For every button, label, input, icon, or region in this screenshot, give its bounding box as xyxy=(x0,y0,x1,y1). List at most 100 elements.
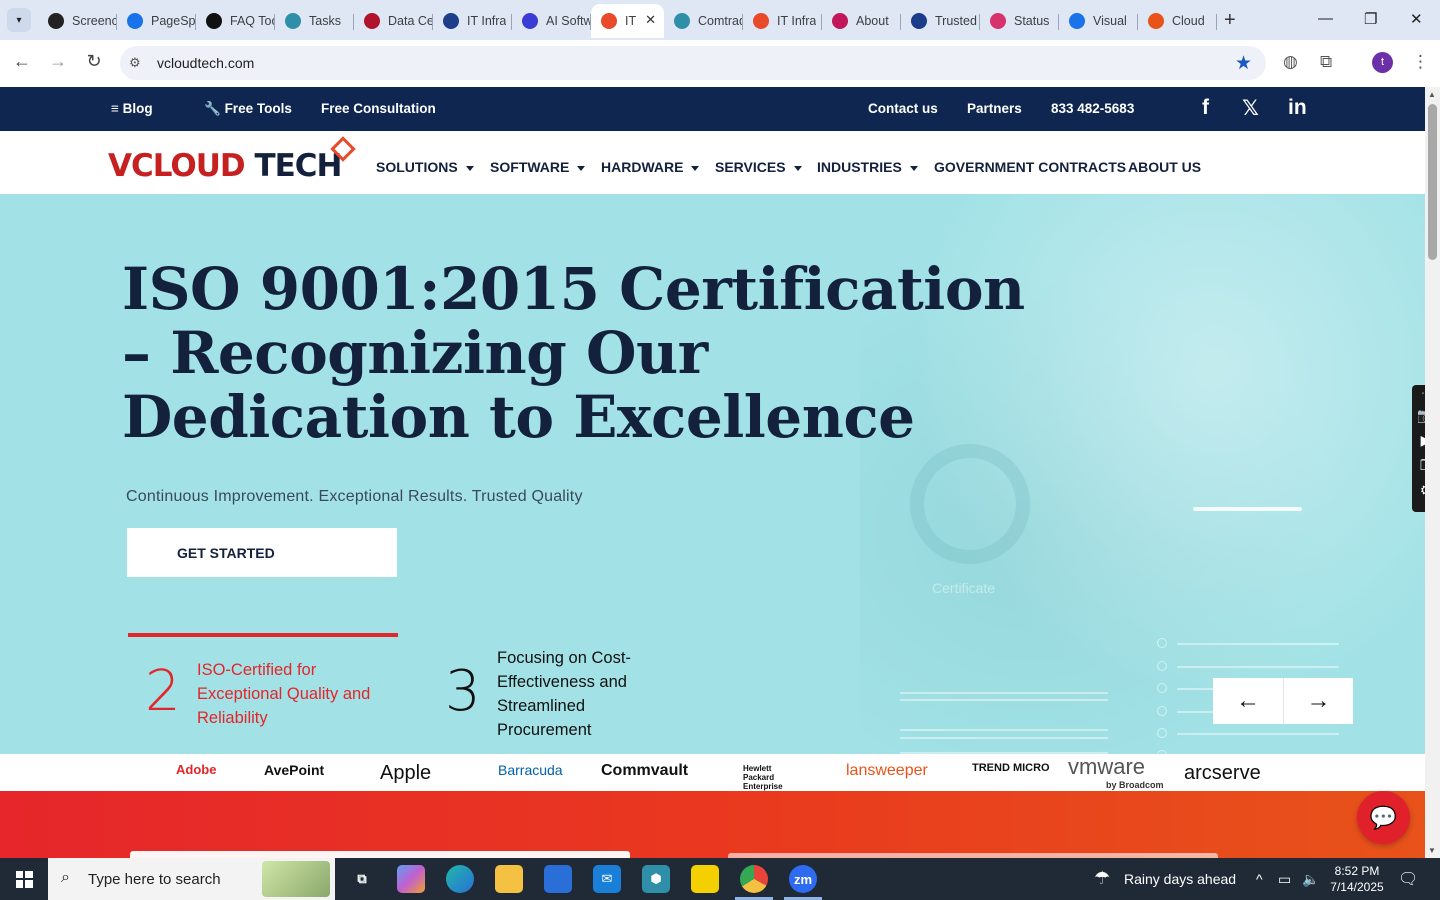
slider-next-arrow-icon[interactable]: → xyxy=(1283,678,1353,724)
linkedin-icon[interactable]: in xyxy=(1288,96,1307,120)
browser-tab[interactable]: Comtrade xyxy=(664,4,743,38)
caret-down-icon xyxy=(691,165,700,171)
free-consultation-link[interactable]: Free Consultation xyxy=(321,101,436,116)
nav-about-us[interactable]: ABOUT US xyxy=(1128,159,1201,175)
partner-logo-barracuda[interactable]: Barracuda xyxy=(498,762,563,778)
notifications-icon[interactable]: 🗨 xyxy=(1398,869,1418,889)
new-tab-button[interactable]: + xyxy=(1224,10,1236,30)
nav-label: SERVICES xyxy=(715,159,786,175)
start-button[interactable] xyxy=(0,858,48,900)
browser-tab[interactable]: IT Infra xyxy=(433,4,512,38)
scroll-thumb[interactable] xyxy=(1428,104,1437,260)
taskbar-clock[interactable]: 8:52 PM 7/14/2025 xyxy=(1327,863,1387,895)
site-info-icon[interactable]: ⚙ xyxy=(129,55,141,71)
facebook-icon[interactable]: f xyxy=(1202,96,1209,120)
browser-tab[interactable]: Trusted xyxy=(901,4,980,38)
weather-text[interactable]: Rainy days ahead xyxy=(1124,871,1236,887)
browser-tab[interactable]: FAQ Tool xyxy=(196,4,275,38)
partner-logo-commvault[interactable]: Commvault xyxy=(601,762,688,780)
phone-link[interactable]: 833 482-5683 xyxy=(1051,101,1134,116)
bookmark-star-icon[interactable]: ★ xyxy=(1235,52,1252,75)
stat-text-3[interactable]: Focusing on Cost-Effectiveness and Strea… xyxy=(497,646,662,742)
nav-industries[interactable]: INDUSTRIES xyxy=(817,159,918,175)
network-icon[interactable]: ▭ xyxy=(1278,871,1291,888)
tab-title: FAQ Tool xyxy=(230,14,275,28)
partner-logo-adobe[interactable]: Adobe xyxy=(176,762,216,777)
contact-link[interactable]: Contact us xyxy=(868,101,938,116)
reload-icon[interactable]: ↻ xyxy=(82,51,106,72)
partner-logo-trend-micro[interactable]: TREND MICRO xyxy=(972,762,1050,774)
file-explorer-icon[interactable] xyxy=(495,865,523,893)
nav-software[interactable]: SOFTWARE xyxy=(490,159,586,175)
browser-tab[interactable]: Data Center xyxy=(354,4,433,38)
browser-tab[interactable]: Cloud xyxy=(1138,4,1217,38)
vcloud-logo[interactable]: VCLOUD TECH xyxy=(108,148,343,184)
partner-logo-hewlett-packard-enterprise[interactable]: Hewlett Packard Enterprise xyxy=(743,764,803,791)
browser-tab[interactable]: IT Infra xyxy=(743,4,822,38)
task-view-icon[interactable]: ⧉ xyxy=(348,865,376,893)
close-window-icon[interactable]: ✕ xyxy=(1410,10,1423,28)
edge-icon[interactable] xyxy=(446,865,474,893)
tab-title: Status xyxy=(1014,14,1050,28)
browser-tab[interactable]: IT ✕ xyxy=(591,4,664,38)
stat-number-2[interactable]: 2 xyxy=(145,664,181,720)
restore-icon[interactable]: ❐ xyxy=(1364,10,1377,28)
x-twitter-icon[interactable]: 𝕏 xyxy=(1242,96,1259,121)
partner-logo-avepoint[interactable]: AvePoint xyxy=(264,762,324,778)
back-icon[interactable]: ← xyxy=(10,51,34,72)
certificate-line xyxy=(900,699,1108,701)
store-icon[interactable] xyxy=(544,865,572,893)
taskbar-search-box[interactable]: ⌕ Type here to search xyxy=(48,858,335,900)
weather-rain-icon[interactable]: ☂ xyxy=(1094,868,1110,889)
chrome-icon[interactable] xyxy=(740,865,768,893)
nav-label: SOLUTIONS xyxy=(376,159,458,175)
browser-menu-icon[interactable]: ⋮ xyxy=(1412,52,1429,72)
forward-icon[interactable]: → xyxy=(46,51,70,72)
partners-link[interactable]: Partners xyxy=(967,101,1022,116)
screencast-icon xyxy=(48,13,64,29)
tab-search-button[interactable]: ▾ xyxy=(7,8,31,32)
zoom-icon[interactable]: zm xyxy=(789,865,817,893)
minimize-icon[interactable]: — xyxy=(1318,10,1333,27)
extensions-icon[interactable]: ⧉ xyxy=(1320,52,1332,72)
mail-icon[interactable]: ✉ xyxy=(593,865,621,893)
sticky-notes-icon[interactable] xyxy=(691,865,719,893)
volume-icon[interactable]: 🔈 xyxy=(1302,871,1319,888)
partner-logo-vmware[interactable]: vmware xyxy=(1068,754,1145,780)
copilot-icon[interactable] xyxy=(397,865,425,893)
slider-prev-arrow-icon[interactable]: ← xyxy=(1213,678,1283,724)
browser-tab[interactable]: Status xyxy=(980,4,1059,38)
chat-bubble-icon[interactable]: 💬 xyxy=(1357,791,1410,844)
url-text[interactable]: vcloudtech.com xyxy=(157,55,254,71)
blog-link[interactable]: ≡ Blog xyxy=(111,101,153,116)
partner-logo-by-broadcom[interactable]: by Broadcom xyxy=(1106,780,1164,790)
partner-logo-arcserve[interactable]: arcserve xyxy=(1184,762,1261,785)
free-tools-link[interactable]: 🔧 Free Tools xyxy=(204,101,292,117)
tray-chevron-up-icon[interactable]: ^ xyxy=(1256,871,1263,887)
translate-icon[interactable]: ◍ xyxy=(1283,52,1298,72)
tab-title: PageSpeed xyxy=(151,14,196,28)
close-tab-icon[interactable]: ✕ xyxy=(645,12,656,28)
nav-government-contracts[interactable]: GOVERNMENT CONTRACTS xyxy=(934,159,1126,175)
nav-solutions[interactable]: SOLUTIONS xyxy=(376,159,474,175)
browser-tab[interactable]: Tasks xyxy=(275,4,354,38)
profile-avatar[interactable]: t xyxy=(1372,52,1393,73)
browser-tab[interactable]: PageSpeed xyxy=(117,4,196,38)
stat-number-3[interactable]: 3 xyxy=(445,664,481,720)
stat-text-2[interactable]: ISO-Certified for Exceptional Quality an… xyxy=(197,658,402,730)
nav-hardware[interactable]: HARDWARE xyxy=(601,159,700,175)
app-hexagon-icon[interactable]: ⬢ xyxy=(642,865,670,893)
partner-logo-lansweeper[interactable]: lansweeper xyxy=(846,762,928,780)
browser-tab[interactable]: AI Software xyxy=(512,4,591,38)
get-started-button[interactable]: GET STARTED xyxy=(127,528,397,577)
partner-logo-apple[interactable]: Apple xyxy=(380,762,431,785)
address-bar[interactable]: ⚙ vcloudtech.com ★ xyxy=(120,46,1266,80)
scroll-down-icon[interactable]: ▼ xyxy=(1428,846,1436,855)
page-viewport: ≡ Blog 🔧 Free Tools Free Consultation Co… xyxy=(0,87,1425,858)
nav-services[interactable]: SERVICES xyxy=(715,159,802,175)
browser-tab[interactable]: Screencast xyxy=(38,4,117,38)
scroll-up-icon[interactable]: ▲ xyxy=(1428,90,1436,99)
nav-label: ABOUT US xyxy=(1128,159,1202,175)
browser-tab[interactable]: About xyxy=(822,4,901,38)
browser-tab[interactable]: Visual xyxy=(1059,4,1138,38)
